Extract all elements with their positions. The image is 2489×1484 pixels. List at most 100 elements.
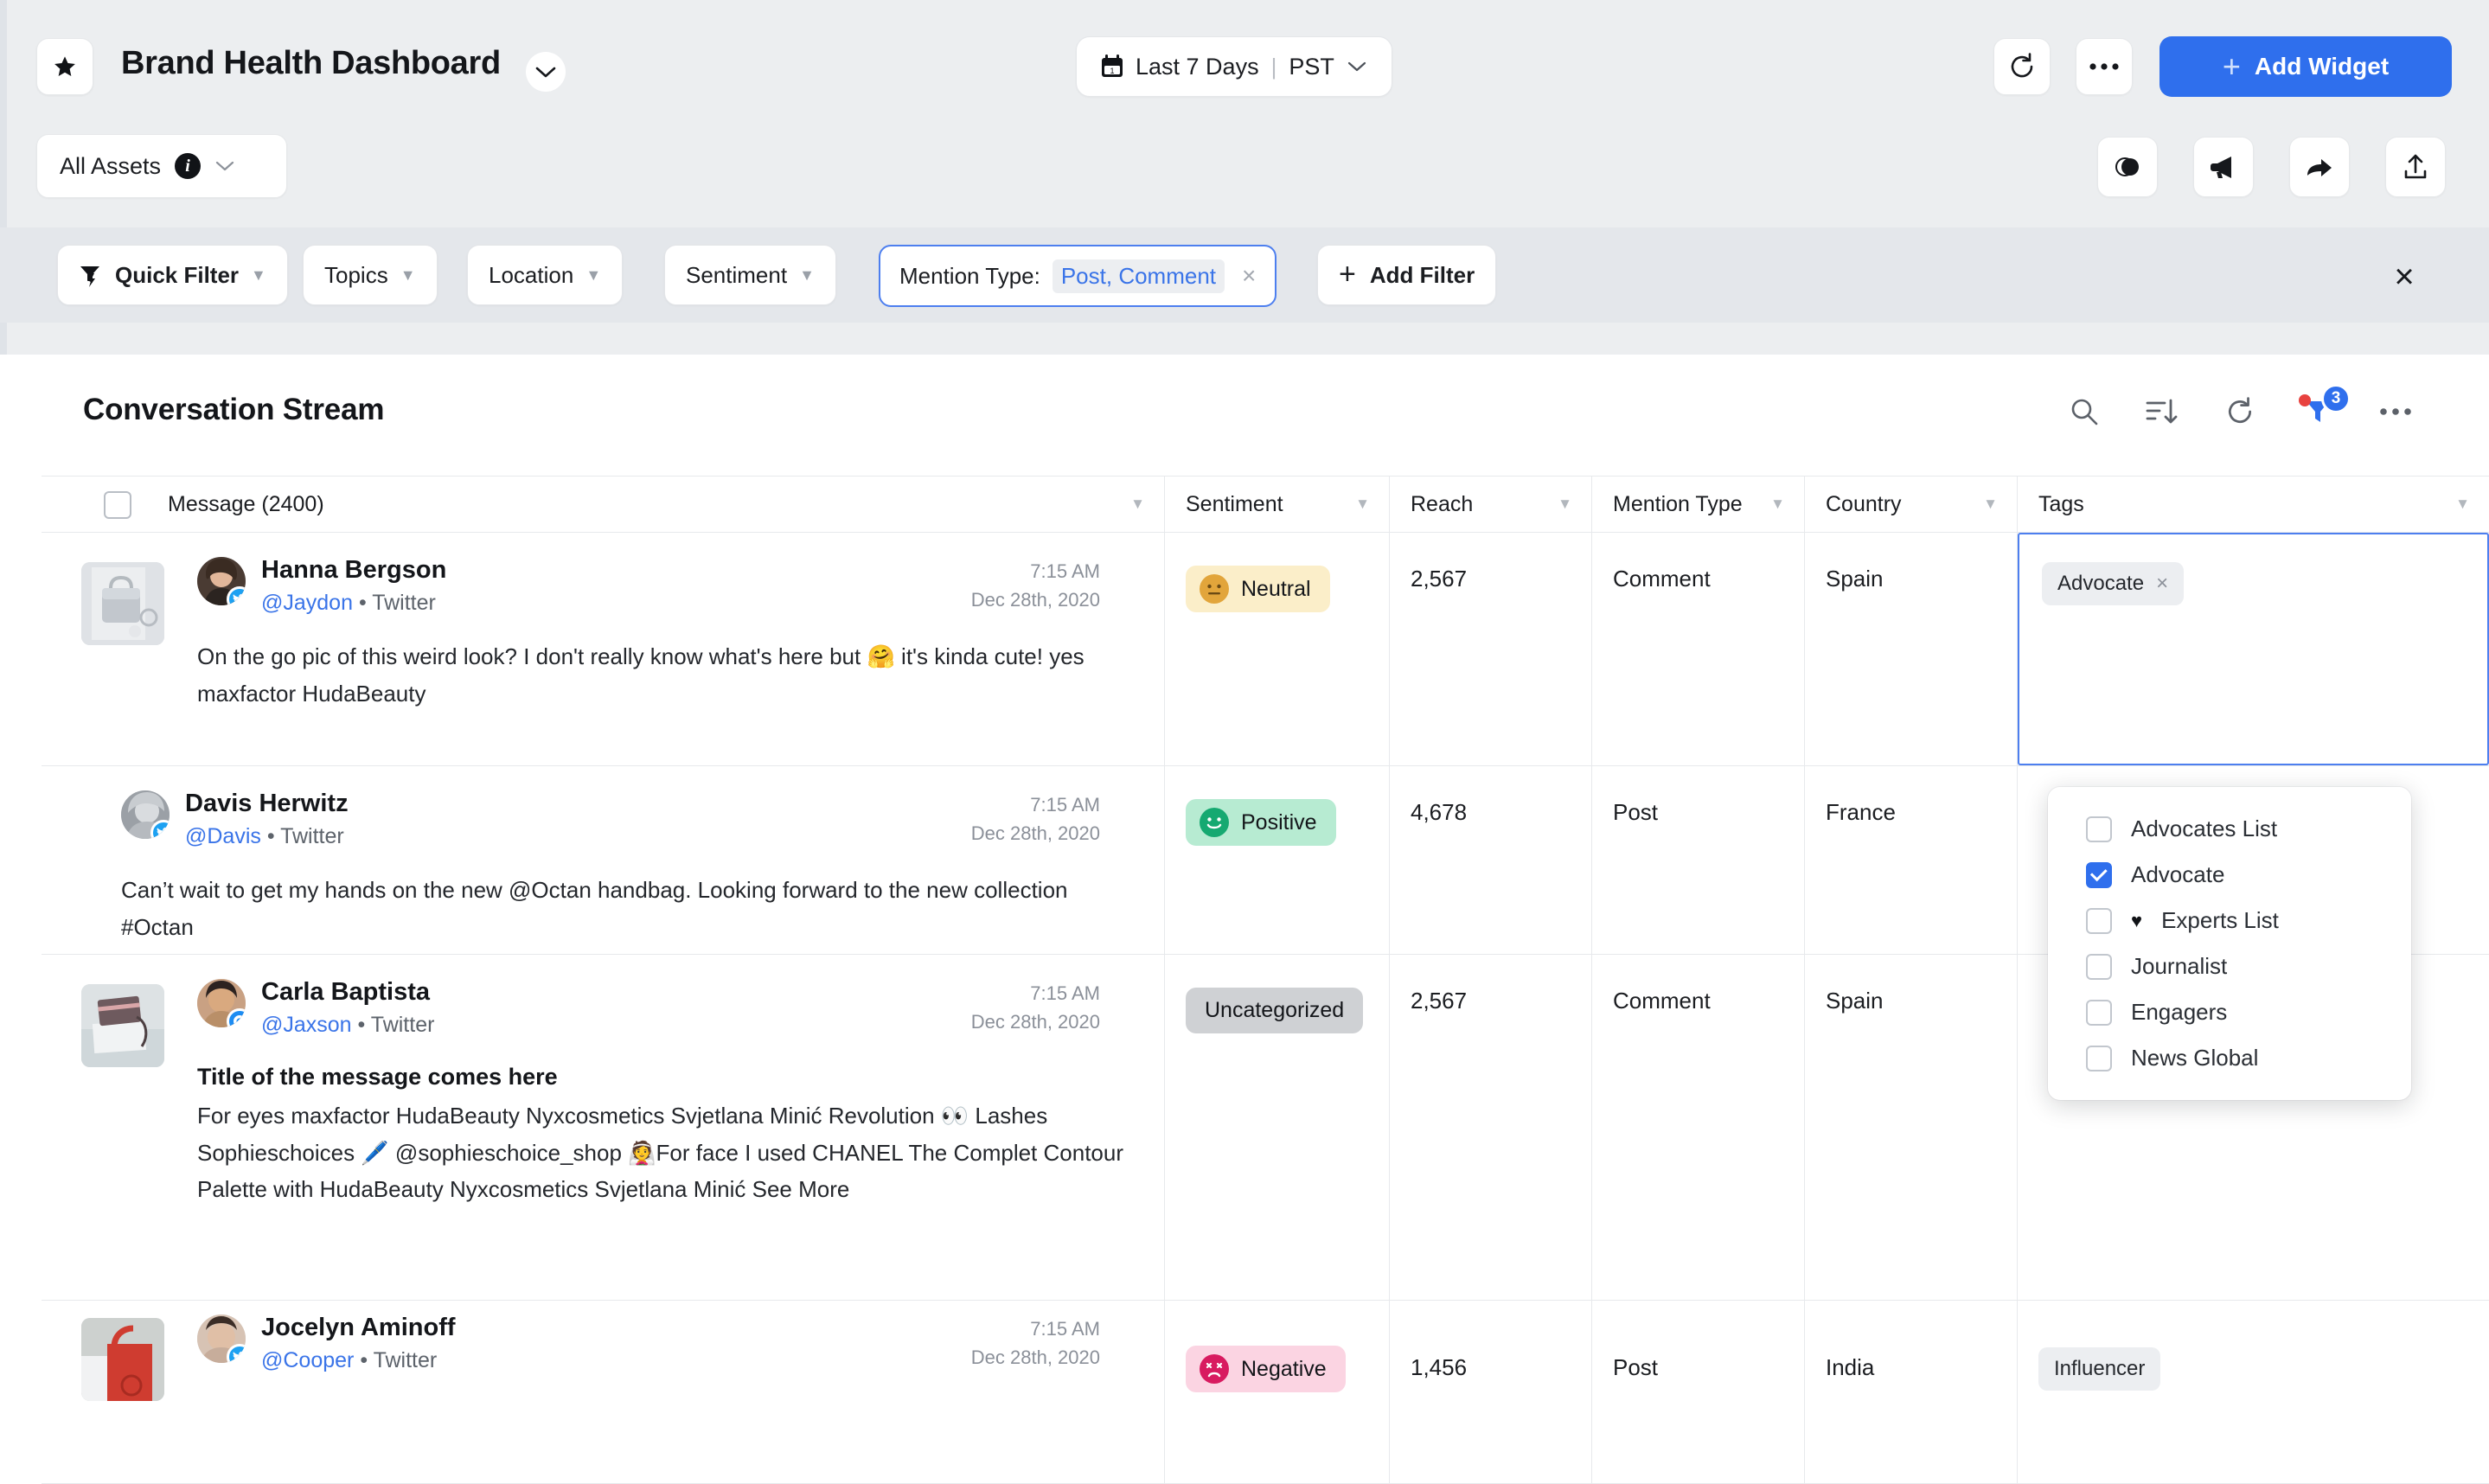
tags-editor[interactable]: Advocate ×	[2018, 533, 2489, 765]
timestamp: 7:15 AM Dec 28th, 2020	[970, 560, 1100, 611]
export-button[interactable]	[2385, 137, 2446, 197]
chevron-down-icon: ▼	[1130, 496, 1145, 512]
close-icon[interactable]: ×	[2156, 572, 2168, 596]
sentiment-cell: Negative	[1164, 1301, 1389, 1483]
avatar	[197, 1314, 246, 1363]
status-badge: Uncategorized	[1186, 988, 1364, 1033]
timestamp: 7:15 AM Dec 28th, 2020	[970, 1318, 1100, 1368]
author-handle: @Cooper • Twitter	[261, 1348, 438, 1373]
sort-icon[interactable]	[2143, 393, 2181, 431]
share-icon	[2305, 155, 2334, 179]
country-cell: Spain	[1804, 533, 2017, 765]
filter-topics-label: Topics	[324, 261, 388, 288]
tag-option-advocate[interactable]: Advocate	[2048, 852, 2411, 898]
export-icon	[2402, 153, 2429, 181]
title-row: Brand Health Dashboard 1 Last 7 Days | P…	[0, 0, 2489, 137]
chevron-down-icon: ▼	[1558, 496, 1572, 512]
dashboard-switcher-button[interactable]	[526, 52, 566, 92]
tag-option-advocates-list[interactable]: Advocates List	[2048, 806, 2411, 852]
tag-dropdown-menu[interactable]: Advocates List Advocate ♥ Experts List J…	[2048, 787, 2411, 1100]
chevron-down-icon: ▼	[1770, 496, 1785, 512]
table-row[interactable]: Hanna Bergson @Jaydon • Twitter 7:15 AM …	[42, 533, 2489, 766]
tag-option-journalist[interactable]: Journalist	[2048, 943, 2411, 989]
notification-dot	[2299, 394, 2311, 406]
heart-icon: ♥	[2131, 909, 2143, 931]
author-handle: @Davis • Twitter	[185, 824, 344, 849]
more-horizontal-icon[interactable]	[2377, 393, 2415, 431]
chevron-down-icon	[214, 160, 235, 173]
filter-sentiment[interactable]: Sentiment ▼	[664, 245, 836, 305]
checkbox[interactable]	[2086, 999, 2112, 1026]
checkbox[interactable]	[2086, 953, 2112, 980]
chevron-down-icon: ▼	[585, 265, 602, 284]
status-badge: Neutral	[1186, 566, 1330, 612]
timestamp: 7:15 AM Dec 28th, 2020	[970, 794, 1100, 844]
checkbox-checked[interactable]	[2086, 861, 2112, 888]
checkbox[interactable]	[2086, 816, 2112, 842]
message-cell: Carla Baptista @Jaxson • Twitter 7:15 AM…	[42, 955, 1164, 1300]
assets-selector[interactable]: All Assets i	[36, 134, 287, 198]
mention-type-cell: Post	[1591, 1301, 1804, 1483]
refresh-dashboard-button[interactable]	[1993, 38, 2051, 95]
info-icon: i	[175, 153, 202, 179]
chevron-down-icon: ▼	[1983, 496, 1998, 512]
refresh-icon[interactable]	[2221, 393, 2259, 431]
avatar	[197, 979, 246, 1027]
date-range-label: Last 7 Days	[1136, 53, 1259, 80]
filter-icon[interactable]: 3	[2299, 384, 2351, 431]
dark-mode-toggle-icon	[2113, 156, 2142, 178]
share-button[interactable]	[2289, 137, 2350, 197]
column-header-sentiment[interactable]: Sentiment ▼	[1164, 477, 1389, 532]
tag-option-engagers[interactable]: Engagers	[2048, 989, 2411, 1035]
filter-sentiment-label: Sentiment	[686, 261, 788, 288]
sentiment-cell: Neutral	[1164, 533, 1389, 765]
add-filter-button[interactable]: + Add Filter	[1317, 245, 1497, 305]
date-range-picker[interactable]: 1 Last 7 Days | PST	[1076, 36, 1392, 97]
column-header-mention-type[interactable]: Mention Type ▼	[1591, 477, 1804, 532]
message-text: On the go pic of this weird look? I don'…	[197, 643, 1085, 707]
tag-chip[interactable]: Advocate ×	[2042, 562, 2185, 605]
filter-location[interactable]: Location ▼	[467, 245, 624, 305]
tag-option-news-global[interactable]: News Global	[2048, 1035, 2411, 1081]
add-filter-label: Add Filter	[1369, 261, 1475, 288]
tags-cell[interactable]: Influencer	[2017, 1301, 2489, 1483]
add-widget-button[interactable]: + Add Widget	[2159, 36, 2452, 97]
table-header: Message (2400) ▼ Sentiment ▼ Reach ▼ Men…	[42, 476, 2489, 533]
column-header-message[interactable]: Message (2400) ▼	[42, 477, 1164, 532]
reach-cell: 1,456	[1389, 1301, 1591, 1483]
quick-filter-button[interactable]: Quick Filter ▼	[57, 245, 288, 305]
close-icon[interactable]: ×	[1242, 262, 1256, 290]
column-header-tags[interactable]: Tags ▼	[2017, 477, 2489, 532]
neutral-face-icon	[1200, 574, 1229, 604]
dashboard-more-button[interactable]	[2076, 38, 2133, 95]
column-header-reach[interactable]: Reach ▼	[1389, 477, 1591, 532]
dark-mode-toggle-button[interactable]	[2097, 137, 2158, 197]
chevron-down-icon: ▼	[1355, 496, 1370, 512]
tag-chip[interactable]: Influencer	[2038, 1347, 2161, 1391]
chevron-down-icon	[534, 65, 557, 79]
message-cell: Hanna Bergson @Jaydon • Twitter 7:15 AM …	[42, 533, 1164, 765]
author-name: Jocelyn Aminoff	[261, 1314, 456, 1341]
close-filter-bar-button[interactable]: ×	[2378, 251, 2430, 303]
announcements-button[interactable]	[2193, 137, 2254, 197]
timestamp: 7:15 AM Dec 28th, 2020	[970, 982, 1100, 1033]
tags-cell[interactable]: Advocate ×	[2017, 533, 2489, 765]
checkbox[interactable]	[2086, 1045, 2112, 1071]
message-thumbnail	[81, 984, 164, 1067]
author-name: Carla Baptista	[261, 978, 431, 1006]
search-icon[interactable]	[2065, 393, 2103, 431]
frowning-face-icon	[1200, 1354, 1229, 1384]
column-header-country[interactable]: Country ▼	[1804, 477, 2017, 532]
country-cell: India	[1804, 1301, 2017, 1483]
filter-topics[interactable]: Topics ▼	[303, 245, 438, 305]
chevron-down-icon: ▼	[2455, 496, 2470, 512]
avatar	[197, 557, 246, 605]
filter-mention-type[interactable]: Mention Type: Post, Comment ×	[879, 245, 1277, 307]
checkbox[interactable]	[2086, 907, 2112, 934]
mention-type-cell: Post	[1591, 766, 1804, 954]
tag-option-experts-list[interactable]: ♥ Experts List	[2048, 898, 2411, 943]
favorite-star-button[interactable]	[36, 38, 93, 95]
mention-type-cell: Comment	[1591, 533, 1804, 765]
table-row[interactable]: Jocelyn Aminoff @Cooper • Twitter 7:15 A…	[42, 1301, 2489, 1484]
mention-type-cell: Comment	[1591, 955, 1804, 1300]
